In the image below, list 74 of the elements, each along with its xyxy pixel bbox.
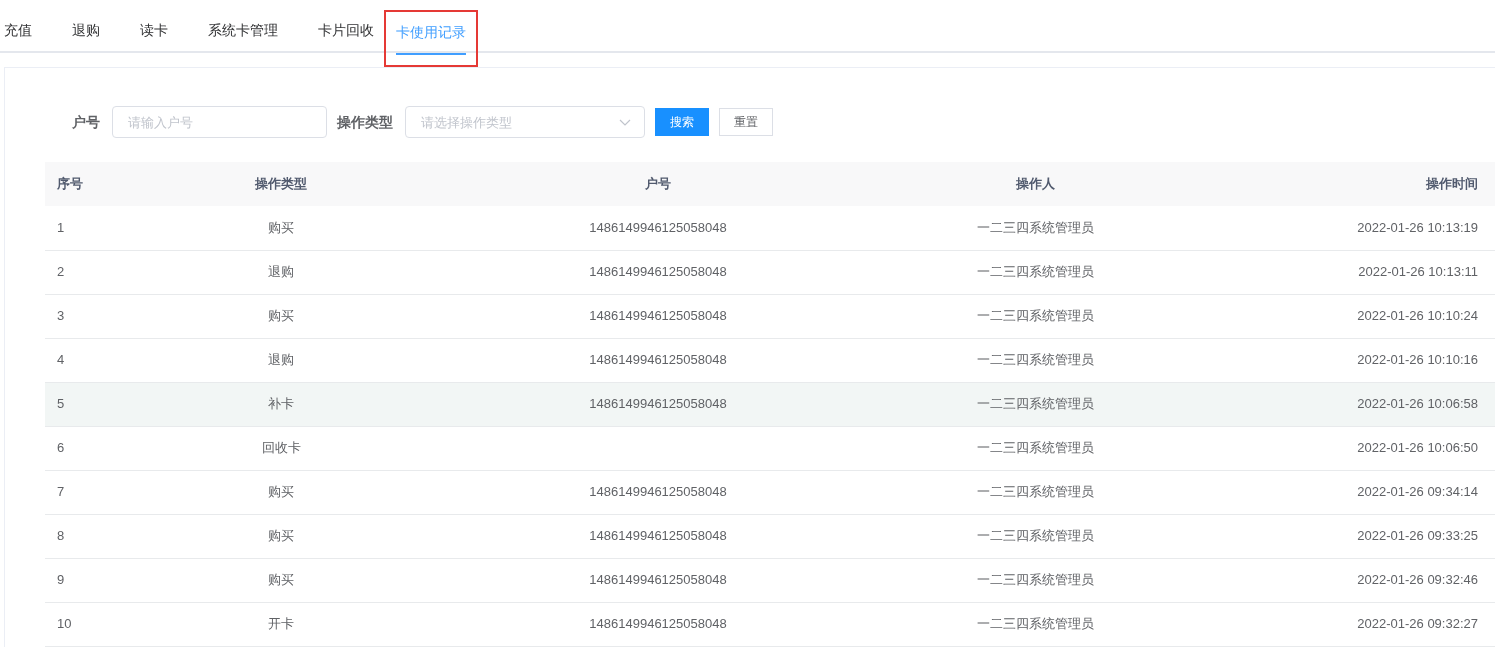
- table-cell: 6: [57, 440, 65, 456]
- table-cell: 一二三四系统管理员: [976, 440, 1094, 456]
- tab[interactable]: 卡片回收: [318, 10, 374, 53]
- table-cell: 2022-01-26 10:06:50: [1357, 440, 1478, 456]
- table-cell: 2022-01-26 10:10:16: [1357, 352, 1478, 368]
- table-cell: 1486149946125058048: [589, 572, 727, 588]
- chevron-down-icon: [619, 119, 631, 126]
- table-cell: 7: [57, 484, 65, 500]
- table-cell: 9: [57, 572, 65, 588]
- table-cell: 1486149946125058048: [589, 396, 727, 412]
- table-cell: 一二三四系统管理员: [976, 352, 1094, 368]
- table-cell: 1486149946125058048: [589, 264, 727, 280]
- table-row[interactable]: 10 开卡 1486149946125058048 一二三四系统管理员 2022-01-26 09:32:27: [45, 602, 1495, 646]
- table-row[interactable]: 3 购买 1486149946125058048 一二三四系统管理员 2022-01-26 10:10:24: [45, 294, 1495, 338]
- table-cell: 一二三四系统管理员: [976, 396, 1094, 412]
- table-cell: 购买: [268, 220, 294, 235]
- column-header: 户号: [387, 162, 929, 206]
- table-cell: 购买: [268, 528, 294, 544]
- table-cell: 2022-01-26 10:10:24: [1357, 308, 1478, 324]
- table-cell: 一二三四系统管理员: [976, 484, 1094, 500]
- table-cell: 补卡: [268, 396, 294, 412]
- table-cell: 8: [57, 528, 65, 544]
- column-header: 操作类型: [175, 162, 387, 206]
- table-cell: 2022-01-26 09:33:25: [1357, 528, 1478, 544]
- tab[interactable]: 系统卡管理: [208, 10, 278, 53]
- table-cell: 1486149946125058048: [589, 352, 727, 368]
- table-cell: 2022-01-26 10:13:11: [1358, 264, 1478, 280]
- table-cell: 4: [57, 352, 65, 368]
- table-cell: 退购: [268, 352, 294, 368]
- table-cell: 2022-01-26 09:32:27: [1357, 616, 1478, 632]
- table-cell: 1486149946125058048: [589, 528, 727, 544]
- table-cell: 10: [57, 616, 72, 632]
- field-label: 操作类型: [337, 112, 393, 132]
- table-cell: 1: [57, 220, 65, 235]
- table-row[interactable]: 2 退购 1486149946125058048 一二三四系统管理员 2022-01-26 10:13:11: [45, 250, 1495, 294]
- column-header: 序号: [45, 162, 175, 206]
- table-row[interactable]: 6 回收卡 一二三四系统管理员 2022-01-26 10:06:50: [45, 426, 1495, 470]
- table-row[interactable]: 9 购买 1486149946125058048 一二三四系统管理员 2022-01-26 09:32:46: [45, 558, 1495, 602]
- table-cell: 1486149946125058048: [589, 308, 727, 324]
- table-cell: 购买: [268, 308, 294, 324]
- tab[interactable]: 读卡: [140, 10, 168, 53]
- table-cell: 购买: [268, 572, 294, 588]
- column-header: 操作时间: [1141, 162, 1495, 206]
- table-cell: 5: [57, 396, 65, 412]
- tab[interactable]: 充值: [4, 10, 32, 53]
- table-cell: 一二三四系统管理员: [976, 572, 1094, 588]
- table-row[interactable]: 1 购买 1486149946125058048 一二三四系统管理员 2022-01-26 10:13:19: [45, 206, 1495, 250]
- table-cell: 开卡: [268, 616, 294, 632]
- table-cell: 2022-01-26 09:32:46: [1357, 572, 1478, 588]
- type-select-field[interactable]: 请选择操作类型: [405, 106, 645, 138]
- table-row[interactable]: 4 退购 1486149946125058048 一二三四系统管理员 2022-01-26 10:10:16: [45, 338, 1495, 382]
- table-cell: 一二三四系统管理员: [976, 308, 1094, 324]
- account-input-field[interactable]: 请输入户号: [112, 106, 327, 138]
- table-cell: 购买: [268, 484, 294, 500]
- table-cell: 2: [57, 264, 65, 280]
- field-label: 户号: [72, 112, 100, 132]
- table-cell: 一二三四系统管理员: [976, 528, 1094, 544]
- table-cell: 1486149946125058048: [589, 616, 727, 632]
- table-cell: 1486149946125058048: [589, 484, 727, 500]
- table-cell: 2022-01-26 09:34:14: [1357, 484, 1478, 500]
- table-cell: 回收卡: [261, 440, 301, 456]
- table-cell: 2022-01-26 10:13:19: [1357, 220, 1478, 235]
- table-row[interactable]: 8 购买 1486149946125058048 一二三四系统管理员 2022-01-26 09:33:25: [45, 514, 1495, 558]
- tab[interactable]: 退购: [72, 10, 100, 53]
- table-cell: 3: [57, 308, 65, 324]
- reset-button[interactable]: 重置: [719, 108, 773, 136]
- table-cell: 一二三四系统管理员: [976, 616, 1094, 632]
- table-cell: 2022-01-26 10:06:58: [1357, 396, 1478, 412]
- table-cell: 一二三四系统管理员: [976, 264, 1094, 280]
- column-header: 操作人: [929, 162, 1141, 206]
- table-cell: 1486149946125058048: [589, 220, 727, 235]
- table-cell: 退购: [268, 264, 294, 280]
- table-cell: 一二三四系统管理员: [976, 220, 1094, 235]
- table-row[interactable]: 7 购买 1486149946125058048 一二三四系统管理员 2022-01-26 09:34:14: [45, 470, 1495, 514]
